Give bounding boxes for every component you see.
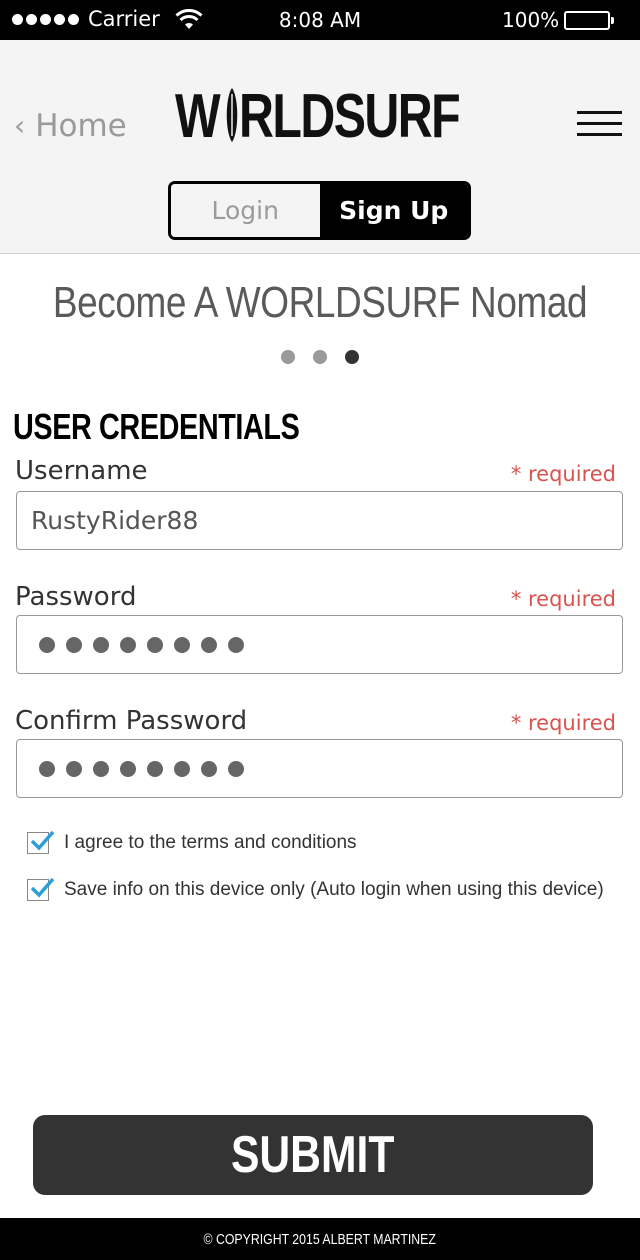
surfboard-icon	[226, 88, 238, 142]
step-indicator	[281, 350, 359, 364]
save-info-checkbox-row[interactable]: Save info on this device only (Auto logi…	[27, 877, 604, 901]
submit-button[interactable]: SUBMIT	[33, 1115, 593, 1195]
step-dot-3-active	[345, 350, 359, 364]
terms-checkbox-row[interactable]: I agree to the terms and conditions	[27, 830, 357, 854]
username-required: * required	[510, 462, 616, 486]
username-label: Username	[15, 456, 148, 486]
checkmark-icon	[30, 830, 55, 851]
chevron-left-icon: ‹	[14, 109, 26, 142]
confirm-password-required: * required	[510, 711, 616, 735]
hamburger-menu-icon[interactable]	[577, 111, 622, 136]
logo-letter-w: W	[175, 82, 221, 151]
username-value: RustyRider88	[31, 506, 199, 535]
password-mask	[31, 636, 244, 653]
app-header: ‹ Home W RLDSURF Login Sign Up	[0, 40, 640, 254]
auth-tabs: Login Sign Up	[168, 181, 471, 240]
submit-label: SUBMIT	[231, 1126, 395, 1184]
checkmark-icon	[30, 877, 55, 898]
page-headline: Become A WORLDSURF Nomad	[52, 278, 588, 327]
save-info-checkbox[interactable]	[27, 877, 55, 901]
back-label: Home	[35, 108, 127, 144]
step-dot-1	[281, 350, 295, 364]
confirm-password-mask	[31, 760, 244, 777]
battery-icon	[564, 11, 614, 30]
section-title: USER CREDENTIALS	[13, 406, 300, 447]
status-bar: Carrier 8:08 AM 100%	[0, 0, 640, 40]
terms-checkbox[interactable]	[27, 830, 55, 854]
password-input[interactable]	[16, 615, 623, 674]
worldsurf-logo: W RLDSURF	[175, 86, 467, 148]
step-dot-2	[313, 350, 327, 364]
tab-sign-up[interactable]: Sign Up	[319, 184, 468, 237]
password-label: Password	[15, 582, 137, 612]
tab-login[interactable]: Login	[171, 184, 320, 237]
battery-percent: 100%	[502, 8, 560, 32]
logo-letters: RLDSURF	[239, 82, 461, 151]
confirm-password-input[interactable]	[16, 739, 623, 798]
terms-label: I agree to the terms and conditions	[64, 832, 357, 853]
back-button[interactable]: ‹ Home	[14, 108, 127, 144]
password-required: * required	[510, 587, 616, 611]
save-info-label: Save info on this device only (Auto logi…	[64, 879, 604, 900]
copyright-text: © COPYRIGHT 2015 ALBERT MARTINEZ	[203, 1230, 437, 1248]
footer: © COPYRIGHT 2015 ALBERT MARTINEZ	[0, 1218, 640, 1260]
username-input[interactable]: RustyRider88	[16, 491, 623, 550]
confirm-password-label: Confirm Password	[15, 706, 248, 736]
